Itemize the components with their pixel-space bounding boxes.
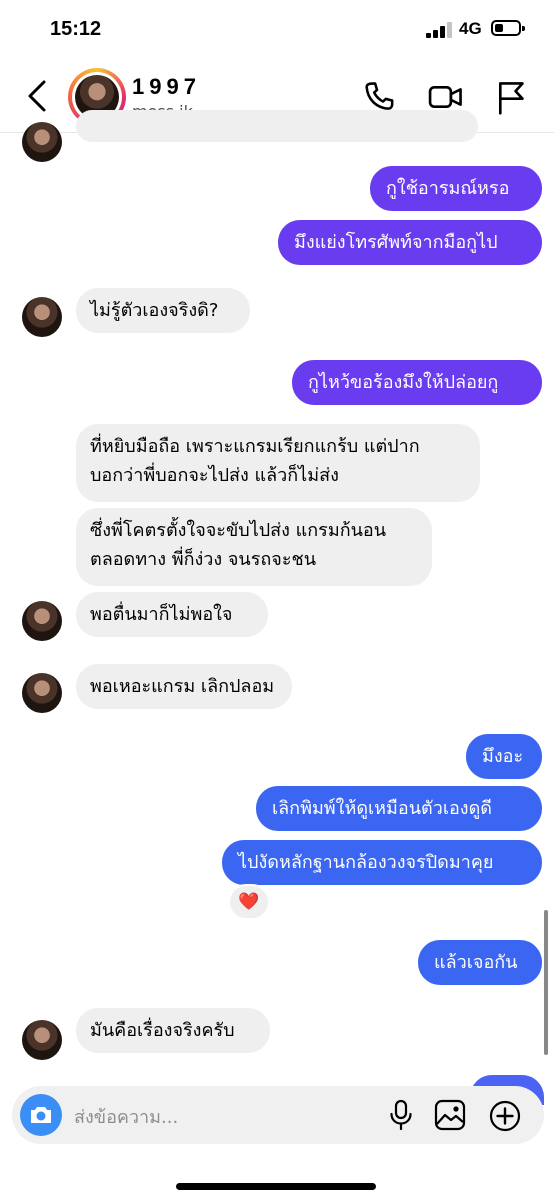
phone-icon[interactable] <box>362 80 396 114</box>
message-bubble[interactable] <box>76 110 478 142</box>
message-bubble[interactable]: พอเหอะแกรม เลิกปลอม <box>76 664 292 709</box>
battery-icon <box>491 20 525 36</box>
avatar <box>22 1020 62 1060</box>
camera-icon <box>31 1107 51 1123</box>
message-line: ตลอดทาง พี่ก็ง่วง จนรถจะชน <box>90 549 317 570</box>
video-icon[interactable] <box>428 80 464 114</box>
contact-name[interactable]: 1997 <box>132 74 201 100</box>
plus-circle-icon[interactable] <box>488 1099 522 1133</box>
flag-icon[interactable] <box>494 80 526 116</box>
message-line: ซึ่งพี่โคตรตั้งใจจะขับไปส่ง แกรมก้นอน <box>90 520 387 541</box>
message-bubble[interactable]: ซึ่งพี่โคตรตั้งใจจะขับไปส่ง แกรมก้นอน ตล… <box>76 508 432 586</box>
message-bubble[interactable]: มึงแย่งโทรศัพท์จากมือกูไป <box>278 220 542 265</box>
signal-icon <box>426 22 454 38</box>
message-line: ที่หยิบมือถือ เพราะแกรมเรียกแกร้บ แต่ปาก <box>90 436 420 457</box>
message-bubble[interactable]: กูไหว้ขอร้องมึงให้ปล่อยกู <box>292 360 542 405</box>
camera-button[interactable] <box>20 1094 62 1136</box>
message-bubble[interactable]: กูใช้อารมณ์หรอ <box>370 166 542 211</box>
message-bubble[interactable]: ไม่รู้ตัวเองจริงดิ? <box>76 288 250 333</box>
scrollbar[interactable] <box>544 910 548 1055</box>
status-time: 15:12 <box>50 18 102 40</box>
message-bubble[interactable]: พอตื่นมาก็ไม่พอใจ <box>76 592 268 637</box>
network-label: 4G <box>459 19 482 38</box>
mic-icon[interactable] <box>388 1099 414 1131</box>
home-indicator <box>176 1183 376 1190</box>
avatar <box>22 673 62 713</box>
message-bubble[interactable]: แล้วเจอกัน <box>418 940 542 985</box>
message-bubble[interactable]: เลิกพิมพ์ให้ดูเหมือนตัวเองดูดี <box>256 786 542 831</box>
message-bubble[interactable]: มึงอะ <box>466 734 542 779</box>
message-line: บอกว่าพี่บอกจะไปส่ง แล้วก็ไม่ส่ง <box>90 465 339 486</box>
message-input[interactable]: ส่งข้อความ... <box>74 1102 178 1131</box>
heart-reaction[interactable]: ❤️ <box>228 884 270 920</box>
status-bar: 15:12 4G <box>0 0 554 60</box>
message-composer: ส่งข้อความ... <box>12 1086 544 1144</box>
back-icon[interactable] <box>24 78 52 114</box>
message-bubble[interactable]: ไปงัดหลักฐานกล้องวงจรปิดมาคุย <box>222 840 542 885</box>
avatar <box>22 297 62 337</box>
avatar <box>22 601 62 641</box>
message-bubble[interactable]: ที่หยิบมือถือ เพราะแกรมเรียกแกร้บ แต่ปาก… <box>76 424 480 502</box>
gallery-icon[interactable] <box>434 1099 466 1131</box>
message-bubble[interactable]: มันคือเรื่องจริงครับ <box>76 1008 270 1053</box>
avatar <box>22 122 62 162</box>
